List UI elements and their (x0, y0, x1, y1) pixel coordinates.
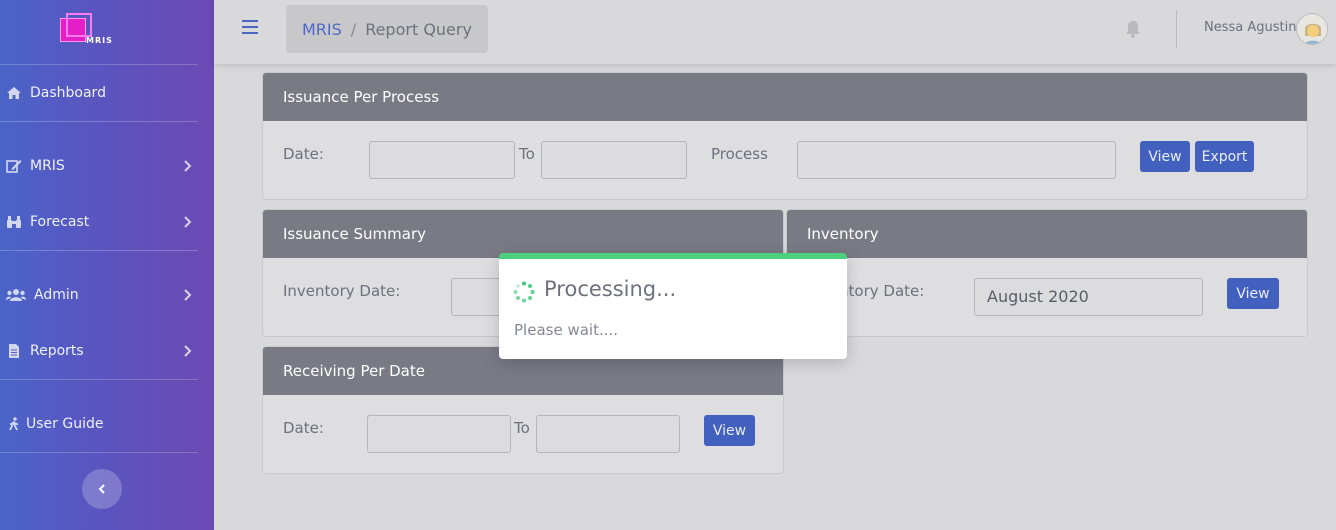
topbar: MRIS / Report Query Nessa Agustin (214, 0, 1336, 64)
breadcrumb-separator: / (350, 19, 357, 39)
sidebar-divider (0, 379, 198, 380)
card-title: Inventory (787, 210, 1307, 258)
sidebar-item-dashboard[interactable]: Dashboard (0, 81, 198, 105)
users-icon (6, 288, 26, 302)
sidebar-item-label: Admin (34, 287, 79, 303)
modal-title: Processing... (544, 277, 677, 301)
brand-logo-text: MRIS (86, 36, 113, 45)
bell-icon[interactable] (1124, 19, 1142, 39)
menu-toggle-icon[interactable] (242, 20, 258, 36)
date-label: Date: (283, 419, 324, 437)
binoculars-icon (6, 215, 22, 229)
date-from-input[interactable] (367, 415, 511, 453)
view-button[interactable]: View (1227, 278, 1279, 309)
process-label: Process (711, 145, 768, 163)
sidebar-divider (0, 250, 198, 251)
to-label: To (519, 145, 535, 163)
processing-modal: Processing... Please wait.... (499, 253, 847, 359)
modal-message: Please wait.... (514, 321, 619, 339)
sidebar-divider (0, 64, 198, 65)
inventory-card: Inventory Inventory Date: August 2020 Vi… (786, 209, 1308, 337)
date-to-input[interactable] (541, 141, 687, 179)
view-button[interactable]: View (704, 415, 755, 446)
to-label: To (514, 419, 530, 437)
date-label: Date: (283, 145, 324, 163)
sidebar-item-mris[interactable]: MRIS (0, 154, 198, 178)
chevron-right-icon (184, 160, 192, 172)
issuance-per-process-card: Issuance Per Process Date: To Process Vi… (262, 72, 1308, 200)
home-icon (6, 86, 22, 100)
breadcrumb-current: Report Query (365, 19, 472, 39)
sidebar-divider (0, 121, 198, 122)
sidebar-toggle-button[interactable] (82, 469, 122, 509)
sidebar-item-admin[interactable]: Admin (0, 283, 198, 307)
avatar[interactable] (1296, 13, 1328, 45)
date-to-input[interactable] (536, 415, 680, 453)
sidebar-item-label: Reports (30, 343, 84, 359)
breadcrumb-root-link[interactable]: MRIS (302, 20, 342, 39)
card-title: Issuance Summary (263, 210, 783, 258)
inventory-date-input[interactable]: August 2020 (974, 278, 1203, 316)
sidebar-item-label: User Guide (26, 416, 104, 432)
sidebar-item-reports[interactable]: Reports (0, 339, 198, 363)
spinner-icon (513, 281, 535, 303)
chevron-left-icon (98, 484, 105, 494)
process-input[interactable] (797, 141, 1116, 179)
receiving-per-date-card: Receiving Per Date Date: To View (262, 346, 784, 474)
chevron-right-icon (184, 216, 192, 228)
edit-icon (6, 159, 22, 173)
file-icon (6, 344, 22, 358)
view-button[interactable]: View (1140, 141, 1190, 172)
export-button[interactable]: Export (1195, 141, 1254, 172)
sidebar-item-label: Forecast (30, 214, 90, 230)
sidebar-item-label: Dashboard (30, 85, 106, 101)
sidebar-item-forecast[interactable]: Forecast (0, 210, 198, 234)
user-name[interactable]: Nessa Agustin (1204, 20, 1296, 35)
inventory-date-label: Inventory Date: (283, 282, 401, 300)
sidebar-divider (0, 452, 198, 453)
brand[interactable]: MRIS (0, 0, 214, 64)
sidebar-item-user-guide[interactable]: User Guide (0, 412, 198, 436)
chevron-right-icon (184, 345, 192, 357)
walking-person-icon (6, 417, 22, 431)
topbar-divider (1176, 10, 1177, 48)
sidebar-item-label: MRIS (30, 158, 65, 174)
sidebar: MRIS Dashboard MRIS Forecast Admin Repor… (0, 0, 214, 530)
brand-logo[interactable]: MRIS (58, 12, 112, 46)
card-title: Issuance Per Process (263, 73, 1307, 121)
breadcrumb: MRIS / Report Query (286, 5, 488, 53)
date-from-input[interactable] (369, 141, 515, 179)
chevron-right-icon (184, 289, 192, 301)
